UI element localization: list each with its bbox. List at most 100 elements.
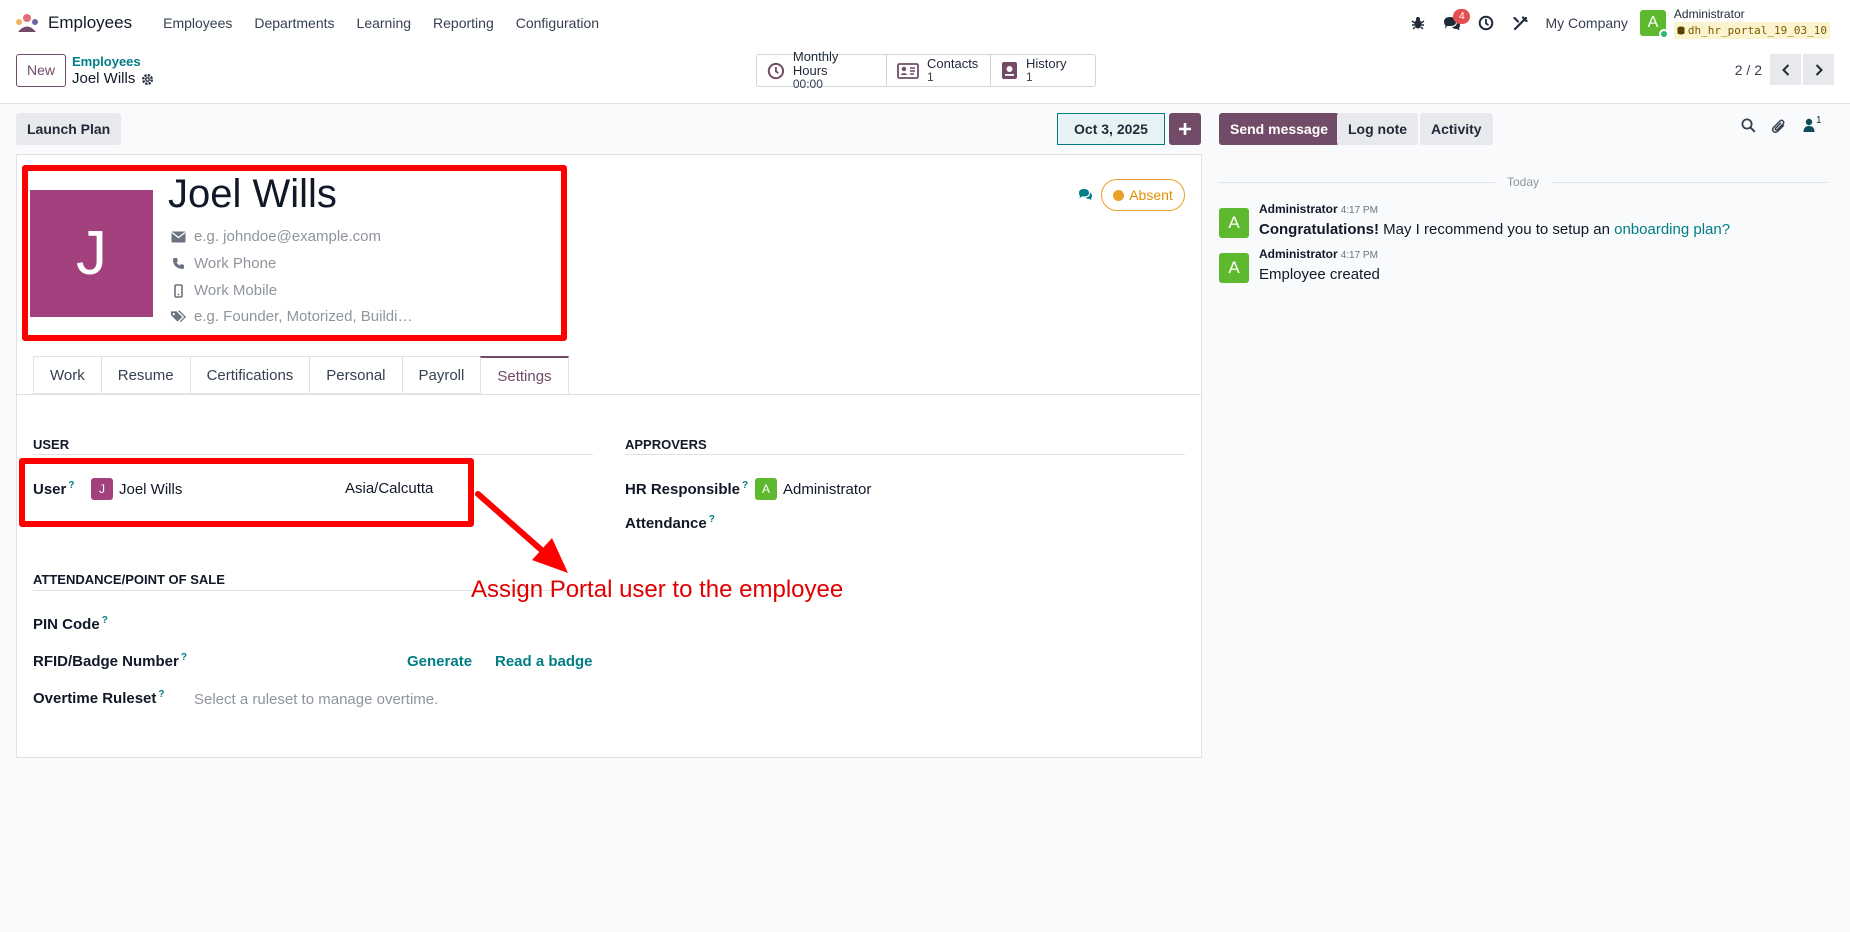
chevron-right-icon xyxy=(1815,63,1823,76)
annotation-text: Assign Portal user to the employee xyxy=(471,576,844,603)
monthly-hours-smart-button[interactable]: Monthly Hours 00:00 xyxy=(757,50,887,91)
app-logo-icon[interactable] xyxy=(14,13,40,33)
form-notebook-tabs: Work Resume Certifications Personal Payr… xyxy=(33,356,569,394)
message-author-avatar[interactable]: A xyxy=(1219,253,1249,283)
pin-code-label: PIN Code? xyxy=(33,615,108,633)
control-panel: New Employees Joel Wills Monthly Hours 0… xyxy=(0,46,1850,104)
attachments-button[interactable] xyxy=(1771,118,1786,134)
history-smart-button[interactable]: History 1 xyxy=(991,55,1095,86)
help-tooltip-icon[interactable]: ? xyxy=(158,689,164,700)
generate-badge-button[interactable]: Generate xyxy=(407,653,472,670)
contact-card-icon xyxy=(897,62,919,79)
message-time: 4:17 PM xyxy=(1340,250,1378,261)
followers-count: 1 xyxy=(1816,114,1822,126)
developer-tools-button[interactable] xyxy=(1503,0,1537,46)
user-avatar[interactable]: A xyxy=(1639,10,1669,39)
message-body-bold: Congratulations! xyxy=(1259,221,1379,238)
menu-learning[interactable]: Learning xyxy=(346,0,423,46)
activity-button[interactable]: Activity xyxy=(1420,113,1493,145)
launch-plan-button[interactable]: Launch Plan xyxy=(16,113,122,145)
contacts-value: 1 xyxy=(927,70,934,84)
tab-payroll[interactable]: Payroll xyxy=(401,356,481,394)
tab-resume[interactable]: Resume xyxy=(100,356,190,394)
contacts-smart-button[interactable]: Contacts 1 xyxy=(887,55,991,86)
read-badge-button[interactable]: Read a badge xyxy=(495,653,593,670)
attendance-label-text: Attendance xyxy=(625,515,707,532)
followers-button[interactable]: 1 xyxy=(1803,114,1822,132)
message-author-avatar[interactable]: A xyxy=(1219,208,1249,238)
help-tooltip-icon[interactable]: ? xyxy=(181,652,187,663)
clock-icon xyxy=(1479,15,1494,31)
company-switcher[interactable]: My Company xyxy=(1545,15,1627,31)
absent-dot xyxy=(1113,189,1125,201)
annotation-arrow-icon xyxy=(475,491,568,573)
tab-personal[interactable]: Personal xyxy=(309,356,402,394)
message-author-name[interactable]: Administrator xyxy=(1259,247,1338,261)
pager-value[interactable]: 2 / 2 xyxy=(1735,62,1762,78)
overtime-ruleset-field[interactable]: Select a ruleset to manage overtime. xyxy=(194,691,438,708)
message-time: 4:17 PM xyxy=(1340,205,1378,216)
menu-employees[interactable]: Employees xyxy=(152,0,243,46)
app-name[interactable]: Employees xyxy=(48,13,132,33)
hr-responsible-label: HR Responsible? xyxy=(625,480,748,498)
user-section-rule xyxy=(33,454,593,455)
chatter-search-button[interactable] xyxy=(1741,118,1756,133)
history-value: 1 xyxy=(1026,70,1033,84)
pager-previous-button[interactable] xyxy=(1770,54,1801,85)
new-button[interactable]: New xyxy=(16,54,66,87)
hr-responsible-value: Administrator xyxy=(783,480,872,498)
pager-next-button[interactable] xyxy=(1803,54,1834,85)
tab-certifications[interactable]: Certifications xyxy=(189,356,310,394)
send-message-button[interactable]: Send message xyxy=(1219,113,1340,145)
rfid-label-text: RFID/Badge Number xyxy=(33,653,179,670)
followers-icon xyxy=(1803,118,1815,132)
comments-icon[interactable] xyxy=(1078,188,1093,201)
database-label: dh_hr_portal_19_03_10 xyxy=(1687,24,1827,37)
presence-status-badge[interactable]: Absent xyxy=(1101,179,1185,211)
log-note-button[interactable]: Log note xyxy=(1337,113,1419,145)
clock-icon xyxy=(767,62,785,79)
breadcrumb-current-label: Joel Wills xyxy=(72,70,136,87)
pin-code-label-text: PIN Code xyxy=(33,616,100,633)
menu-departments[interactable]: Departments xyxy=(243,0,345,46)
history-book-icon xyxy=(1002,62,1017,79)
tab-settings[interactable]: Settings xyxy=(480,356,569,394)
attendance-label: Attendance? xyxy=(625,514,715,532)
help-tooltip-icon[interactable]: ? xyxy=(102,615,108,626)
monthly-hours-value: 00:00 xyxy=(792,77,823,91)
user-avatar-initial: A xyxy=(1647,14,1659,31)
date-separator-line xyxy=(1219,181,1495,183)
help-tooltip-icon[interactable]: ? xyxy=(709,514,715,525)
message-body: Employee created xyxy=(1259,266,1380,283)
help-tooltip-icon[interactable]: ? xyxy=(742,480,748,491)
date-separator-label: Today xyxy=(1506,175,1540,189)
user-name: Administrator xyxy=(1673,7,1745,21)
debug-button[interactable] xyxy=(1401,0,1435,46)
date-separator-line xyxy=(1551,181,1827,183)
rfid-label: RFID/Badge Number? xyxy=(33,652,187,670)
hr-responsible-field[interactable]: A Administrator xyxy=(755,478,871,500)
activities-button[interactable] xyxy=(1469,0,1503,46)
attendance-pos-section-title: ATTENDANCE/POINT OF SALE xyxy=(33,572,225,587)
message-body-text: May I recommend you to setup an xyxy=(1379,221,1615,238)
onboarding-plan-link[interactable]: onboarding plan? xyxy=(1614,221,1730,238)
messages-count-badge: 4 xyxy=(1453,9,1471,24)
date-field[interactable]: Oct 3, 2025 xyxy=(1057,113,1165,145)
date-separator: Today xyxy=(1219,175,1827,189)
contacts-title: Contacts xyxy=(927,56,979,71)
message-author-name[interactable]: Administrator xyxy=(1259,202,1338,216)
user-menu[interactable]: Administrator dh_hr_portal_19_03_10 xyxy=(1673,7,1830,39)
add-date-button[interactable] xyxy=(1169,113,1201,145)
online-status-dot xyxy=(1658,29,1669,39)
breadcrumb-parent-employees[interactable]: Employees xyxy=(72,54,154,70)
messages-button[interactable]: 4 xyxy=(1435,0,1471,46)
approvers-section-title: APPROVERS xyxy=(625,437,707,452)
gear-icon[interactable] xyxy=(141,73,154,86)
database-name: dh_hr_portal_19_03_10 xyxy=(1673,22,1830,39)
menu-reporting[interactable]: Reporting xyxy=(422,0,505,46)
menu-configuration[interactable]: Configuration xyxy=(505,0,610,46)
annotation-header-box xyxy=(22,165,567,341)
message-body: Congratulations! May I recommend you to … xyxy=(1259,221,1730,238)
overtime-ruleset-label: Overtime Ruleset? xyxy=(33,689,165,707)
tab-work[interactable]: Work xyxy=(33,356,101,394)
